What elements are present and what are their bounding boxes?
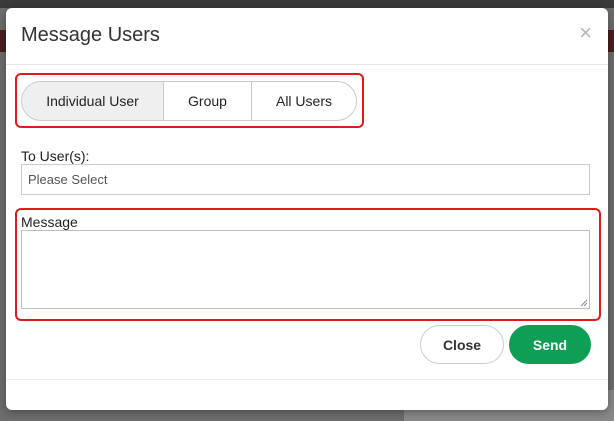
tab-individual-user[interactable]: Individual User: [22, 82, 164, 120]
resize-grip-icon[interactable]: [580, 299, 588, 307]
modal-title: Message Users: [21, 24, 160, 46]
modal-header: Message Users ×: [6, 8, 608, 65]
modal-footer-divider: [6, 379, 608, 380]
message-textarea[interactable]: [21, 230, 590, 309]
tab-all-users[interactable]: All Users: [252, 82, 356, 120]
message-users-modal: Message Users × Individual User Group Al…: [6, 8, 608, 410]
background-topbar: [0, 0, 614, 8]
tab-group[interactable]: Group: [164, 82, 252, 120]
recipient-type-tabs: Individual User Group All Users: [21, 81, 357, 121]
close-button[interactable]: Close: [420, 325, 504, 364]
message-label: Message: [21, 214, 78, 230]
send-button[interactable]: Send: [509, 325, 591, 364]
to-users-label: To User(s):: [21, 148, 90, 164]
to-users-select[interactable]: Please Select: [21, 164, 590, 195]
close-icon[interactable]: ×: [579, 21, 592, 45]
